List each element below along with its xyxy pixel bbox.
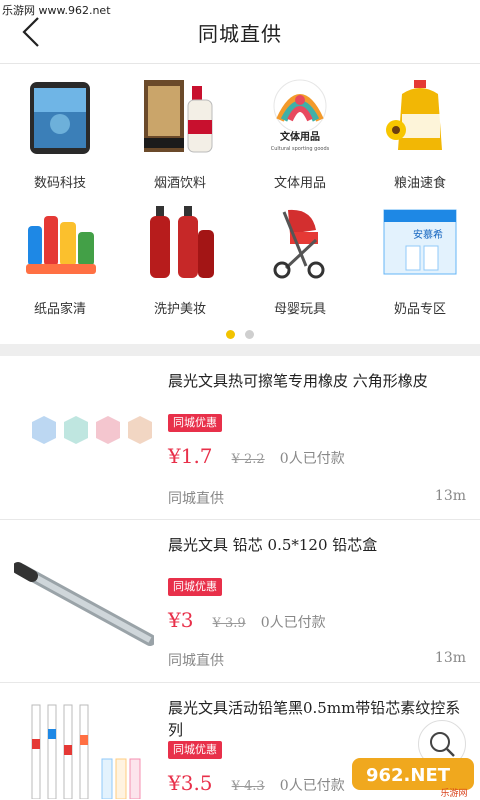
carousel-indicator [0,324,480,339]
oil-bottle-icon [386,80,442,150]
product-meta: 同城直供 13m [168,650,466,670]
pencil-product-image [31,704,141,799]
category-household[interactable]: 纸品家清 [0,194,120,317]
category-baby-toys[interactable]: 母婴玩具 [240,194,360,317]
top-bar: 乐游网 www.962.net 同城直供 [0,0,480,64]
carousel-dot[interactable] [244,330,254,339]
price: ¥1.7 [168,444,213,468]
logo-text: 文体用品 [280,130,320,143]
discount-badge: 同城优惠 [168,741,222,759]
product-meta: 同城直供 13m [168,488,466,508]
original-price: ¥ 2.2 [231,452,265,467]
cleaning-icon [26,216,96,274]
logo-subtext: Cultural sporting goods [271,146,330,152]
category-label: 洗护美妆 [153,302,206,317]
stationery-logo-icon: 文体用品 Cultural sporting goods [271,79,330,152]
eraser-product-image [32,416,152,444]
category-label: 粮油速食 [393,176,446,191]
milk-box-text: 安慕希 [413,228,443,241]
price: ¥3.5 [168,771,213,795]
paid-count: 0人已付款 [279,451,345,467]
product-card[interactable]: 晨光文具热可擦笔专用橡皮 六角形橡皮 同城优惠 ¥1.7 ¥ 2.2 0人已付款… [0,356,480,520]
product-title[interactable]: 晨光文具 铅芯 0.5*120 铅芯盒 [168,534,466,556]
category-dairy[interactable]: 安慕希 奶品专区 [360,194,480,317]
category-grain-oil[interactable]: 粮油速食 [360,68,480,191]
category-label: 纸品家清 [33,302,86,317]
logo-sub-text: 乐游网 [440,787,467,798]
price: ¥3 [168,608,194,632]
discount-badge: 同城优惠 [168,578,222,596]
product-title[interactable]: 晨光文具热可擦笔专用橡皮 六角形橡皮 [168,370,466,392]
logo-main-text: 962.NET [366,765,451,786]
distance: 13m [434,650,466,666]
price-row: ¥3 ¥ 3.9 0人已付款 [168,608,326,634]
carousel-dot-active[interactable] [226,330,236,339]
original-price: ¥ 3.9 [212,616,246,631]
price-row: ¥3.5 ¥ 4.3 0人已付款 [168,771,345,797]
site-logo-watermark: 962.NET 乐游网 [352,758,474,798]
discount-badge: 同城优惠 [168,414,222,432]
category-beauty[interactable]: 洗护美妆 [120,194,240,317]
category-liquor[interactable]: 烟酒饮料 [120,68,240,191]
stroller-icon [273,209,325,279]
category-label: 文体用品 [273,176,326,191]
category-label: 母婴玩具 [273,302,326,317]
distance: 13m [434,488,466,504]
milk-box-icon: 安慕希 [383,209,457,275]
category-label: 奶品专区 [393,302,446,317]
category-label: 烟酒饮料 [153,176,206,191]
phone-icon [30,82,90,154]
section-separator [0,344,480,356]
paid-count: 0人已付款 [279,778,345,794]
lead-tube-product-image [14,562,154,646]
price-row: ¥1.7 ¥ 2.2 0人已付款 [168,444,345,470]
category-grid: 数码科技 烟酒饮料 文体用品 Cultural sporting goods 文… [0,68,480,318]
category-label: 数码科技 [33,176,86,191]
page-title: 同城直供 [198,22,282,46]
source-label: 同城直供 [168,653,224,669]
shampoo-icon [150,206,214,278]
product-card[interactable]: 晨光文具 铅芯 0.5*120 铅芯盒 同城优惠 ¥3 ¥ 3.9 0人已付款 … [0,520,480,682]
source-label: 同城直供 [168,491,224,507]
category-digital[interactable]: 数码科技 [0,68,120,191]
liquor-icon [144,80,213,153]
category-stationery[interactable]: 文体用品 Cultural sporting goods 文体用品 [240,68,360,191]
paid-count: 0人已付款 [260,615,326,631]
original-price: ¥ 4.3 [231,779,265,794]
